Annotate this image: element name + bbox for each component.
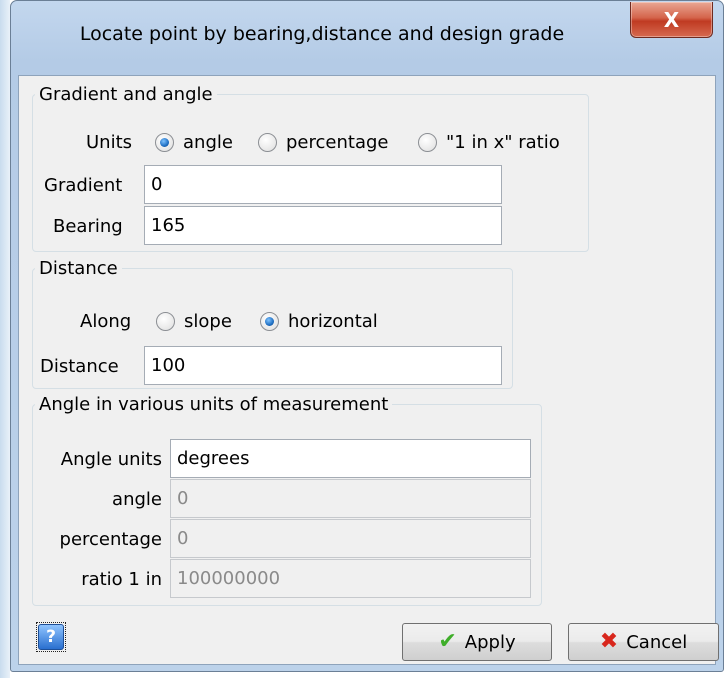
distance-group-legend: Distance (39, 258, 118, 279)
angle-label: angle (112, 489, 162, 510)
units-radio-percentage-label: percentage (286, 132, 389, 153)
along-radio-slope[interactable]: slope (156, 311, 232, 332)
gradient-input[interactable]: 0 (144, 165, 502, 204)
distance-input[interactable]: 100 (144, 346, 502, 385)
apply-button-label: Apply (464, 631, 516, 653)
radio-unselected-icon (156, 312, 175, 331)
angle-units-label: Angle units (60, 449, 162, 470)
dialog-body: Gradient and angle Units angle percentag… (18, 75, 719, 665)
percentage-label: percentage (59, 529, 162, 550)
radio-selected-icon (260, 312, 279, 331)
cancel-button[interactable]: ✖ Cancel (568, 623, 719, 661)
ratio-readonly-field: 100000000 (170, 559, 531, 598)
radio-selected-icon (155, 133, 174, 152)
question-icon: ? (38, 624, 64, 650)
units-radio-ratio-label: "1 in x" ratio (446, 132, 560, 153)
close-icon: X (663, 7, 680, 32)
radio-unselected-icon (258, 133, 277, 152)
units-radio-percentage[interactable]: percentage (258, 132, 388, 153)
ratio-label: ratio 1 in (81, 569, 162, 590)
help-button[interactable]: ? (36, 622, 66, 652)
checkmark-icon: ✔ (438, 629, 457, 654)
dialog-window: Locate point by bearing,distance and des… (10, 0, 724, 672)
along-radio-horizontal[interactable]: horizontal (260, 311, 378, 332)
x-icon: ✖ (599, 629, 619, 654)
gradient-group-legend: Gradient and angle (39, 84, 213, 105)
radio-unselected-icon (418, 133, 437, 152)
along-radio-horizontal-label: horizontal (288, 311, 378, 332)
units-radio-ratio[interactable]: "1 in x" ratio (418, 132, 560, 153)
units-radio-angle[interactable]: angle (155, 132, 233, 153)
along-radio-slope-label: slope (184, 311, 232, 332)
desktop-background (0, 0, 10, 678)
bearing-label: Bearing (53, 216, 123, 237)
bearing-input[interactable]: 165 (144, 206, 502, 245)
percentage-readonly-field: 0 (170, 519, 531, 558)
window-title: Locate point by bearing,distance and des… (79, 23, 565, 45)
units-label: Units (86, 132, 133, 153)
close-button[interactable]: X (630, 2, 713, 38)
gradient-label: Gradient (44, 175, 123, 196)
angle-group-legend: Angle in various units of measurement (39, 394, 389, 415)
cancel-button-label: Cancel (626, 631, 688, 653)
along-label: Along (80, 311, 132, 332)
angle-units-input[interactable]: degrees (170, 439, 531, 478)
units-radio-angle-label: angle (183, 132, 233, 153)
angle-readonly-field: 0 (170, 479, 531, 518)
title-bar[interactable]: Locate point by bearing,distance and des… (11, 1, 723, 75)
apply-button[interactable]: ✔ Apply (402, 623, 552, 661)
distance-label: Distance (40, 356, 119, 377)
